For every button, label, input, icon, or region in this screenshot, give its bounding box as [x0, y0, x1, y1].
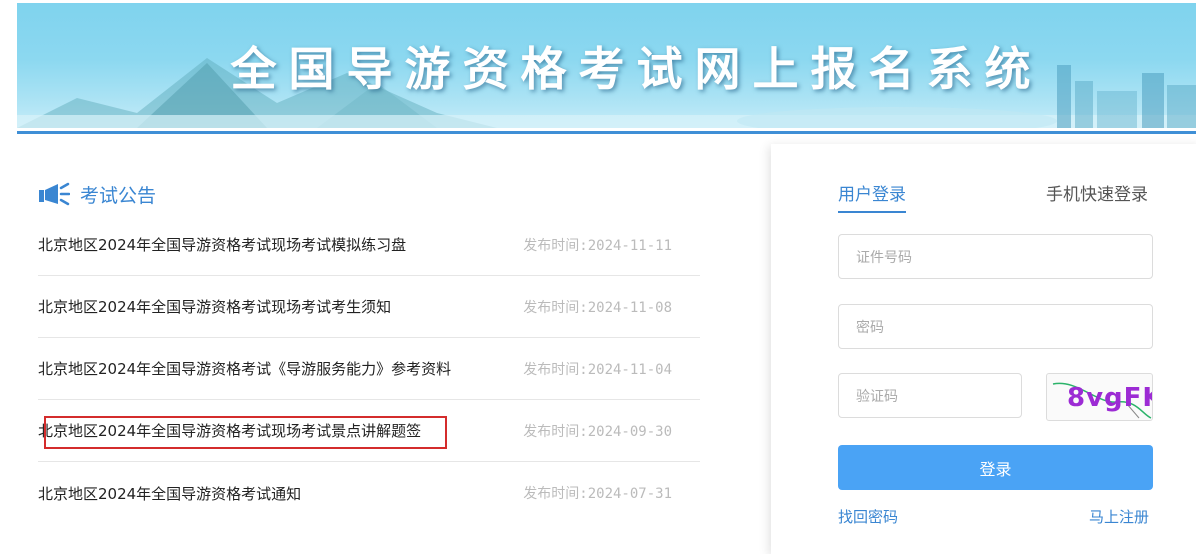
captcha-text: 8vgFK — [1067, 383, 1152, 413]
notice-header: 考试公告 — [38, 176, 700, 212]
notice-item[interactable]: 北京地区2024年全国导游资格考试《导游服务能力》参考资料 发布时间:2024-… — [38, 338, 700, 400]
tab-user-login[interactable]: 用户登录 — [838, 180, 906, 213]
notice-list: 北京地区2024年全国导游资格考试现场考试模拟练习盘 发布时间:2024-11-… — [38, 214, 700, 524]
notice-item[interactable]: 北京地区2024年全国导游资格考试现场考试景点讲解题签 发布时间:2024-09… — [38, 400, 700, 462]
header-banner: 全国导游资格考试网上报名系统 — [17, 3, 1196, 128]
notice-item-date: 发布时间:2024-09-30 — [523, 423, 672, 440]
notice-item-date: 发布时间:2024-11-11 — [523, 237, 672, 254]
tab-phone-login[interactable]: 手机快速登录 — [1046, 180, 1148, 205]
id-number-field[interactable]: 证件号码 — [838, 234, 1153, 279]
megaphone-icon — [39, 182, 70, 206]
notice-item-title[interactable]: 北京地区2024年全国导游资格考试通知 — [38, 483, 301, 504]
notice-heading: 考试公告 — [80, 184, 157, 207]
banner-title: 全国导游资格考试网上报名系统 — [230, 42, 1043, 96]
notice-item[interactable]: 北京地区2024年全国导游资格考试通知 发布时间:2024-07-31 — [38, 462, 700, 524]
register-link[interactable]: 马上注册 — [1089, 506, 1149, 527]
id-number-placeholder: 证件号码 — [856, 249, 912, 266]
password-field[interactable]: 密码 — [838, 304, 1153, 349]
notice-item-title[interactable]: 北京地区2024年全国导游资格考试现场考试模拟练习盘 — [38, 234, 406, 255]
captcha-image[interactable]: 8vgFK — [1046, 373, 1153, 421]
banner-divider — [17, 131, 1196, 134]
captcha-placeholder: 验证码 — [856, 388, 898, 405]
password-placeholder: 密码 — [856, 319, 884, 336]
login-button[interactable]: 登录 — [838, 445, 1153, 490]
notice-item[interactable]: 北京地区2024年全国导游资格考试现场考试模拟练习盘 发布时间:2024-11-… — [38, 214, 700, 276]
forgot-password-link[interactable]: 找回密码 — [838, 506, 898, 527]
highlight-box — [44, 416, 447, 449]
notice-item[interactable]: 北京地区2024年全国导游资格考试现场考试考生须知 发布时间:2024-11-0… — [38, 276, 700, 338]
notice-item-title[interactable]: 北京地区2024年全国导游资格考试现场考试考生须知 — [38, 296, 391, 317]
notice-item-title[interactable]: 北京地区2024年全国导游资格考试《导游服务能力》参考资料 — [38, 358, 451, 379]
captcha-field[interactable]: 验证码 — [838, 373, 1022, 418]
notice-panel: 考试公告 北京地区2024年全国导游资格考试现场考试模拟练习盘 发布时间:202… — [38, 176, 700, 524]
login-panel: 用户登录 手机快速登录 证件号码 密码 验证码 8vgFK 登录 找回密码 马上… — [771, 144, 1196, 554]
notice-item-date: 发布时间:2024-07-31 — [523, 486, 672, 502]
notice-item-date: 发布时间:2024-11-08 — [523, 299, 672, 316]
notice-item-date: 发布时间:2024-11-04 — [523, 361, 672, 378]
